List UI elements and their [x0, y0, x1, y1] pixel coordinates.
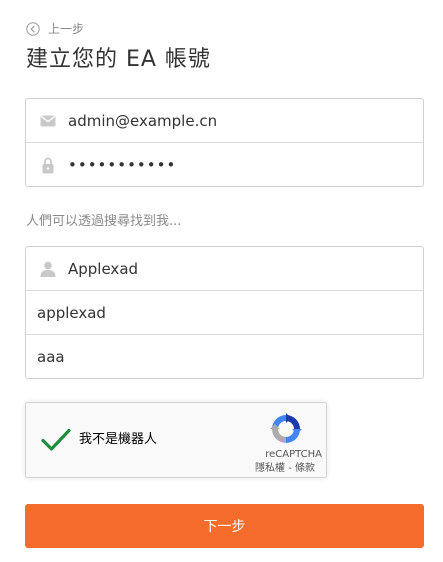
back-label: 上一步	[48, 22, 85, 36]
email-field[interactable]	[68, 99, 423, 142]
recaptcha-label: 我不是機器人	[79, 432, 158, 447]
page-title: 建立您的 EA 帳號	[26, 47, 211, 72]
privacy-link[interactable]: 隱私權	[255, 463, 285, 474]
next-button[interactable]: 下一步	[25, 504, 424, 548]
last-name-field[interactable]	[26, 335, 423, 378]
id-row	[26, 247, 423, 291]
envelope-icon	[26, 115, 68, 127]
email-row	[26, 99, 423, 143]
recaptcha-links: 隱私權 - 條款	[255, 463, 315, 475]
user-icon	[26, 261, 68, 277]
terms-link[interactable]: 條款	[295, 463, 315, 474]
recaptcha-widget: 我不是機器人 reCAPTCHA 隱私權 - 條款	[25, 402, 327, 478]
first-name-field[interactable]	[26, 291, 423, 334]
recaptcha-brand: reCAPTCHA	[265, 449, 322, 460]
ea-id-field[interactable]	[68, 247, 423, 290]
checkmark-icon[interactable]	[41, 427, 71, 453]
password-row: •••••••••••	[26, 143, 423, 186]
lock-icon	[26, 157, 68, 174]
first-name-row	[26, 291, 423, 335]
profile-fields	[25, 246, 424, 379]
back-link[interactable]: 上一步	[26, 20, 84, 38]
recaptcha-logo-icon	[270, 413, 302, 443]
search-section-label: 人們可以透過搜尋找到我...	[26, 214, 182, 229]
password-field[interactable]: •••••••••••	[68, 143, 423, 186]
last-name-row	[26, 335, 423, 378]
chevron-left-circle-icon	[26, 22, 40, 36]
links-separator: -	[285, 463, 295, 474]
account-fields: •••••••••••	[25, 98, 424, 187]
